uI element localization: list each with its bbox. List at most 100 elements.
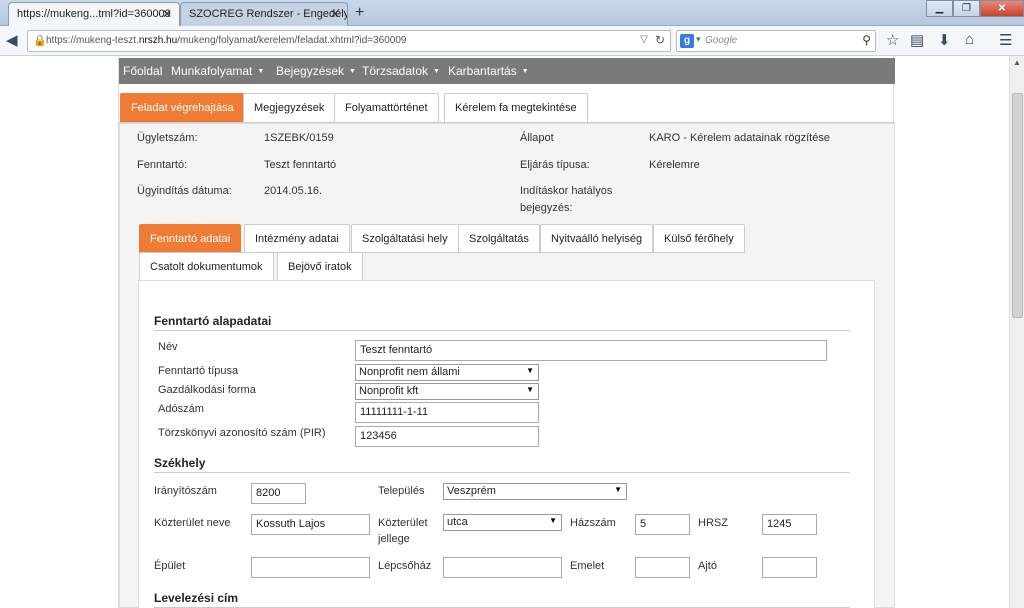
building-input[interactable] (251, 557, 370, 578)
tab-feladat-vegrehajtasa[interactable]: Feladat végrehajtása (120, 93, 245, 123)
postal-code-label: Irányítószám (154, 485, 217, 497)
house-number-input[interactable]: 5 (635, 514, 690, 535)
reload-icon[interactable]: ↻ (655, 33, 665, 47)
menu-item-munkafolyamat[interactable]: Munkafolyamat ▼ (171, 64, 264, 78)
scroll-up-icon[interactable]: ▲ (1013, 58, 1021, 67)
search-bar[interactable]: g ▾ Google ⚲ (676, 30, 876, 52)
caret-down-icon: ▼ (521, 68, 529, 75)
business-form-label: Gazdálkodási forma (158, 384, 256, 396)
city-label: Település (378, 485, 425, 497)
close-tab-icon[interactable]: ✕ (162, 7, 172, 21)
postal-code-input[interactable]: 8200 (251, 483, 306, 504)
menu-item-torzsadatok[interactable]: Törzsadatok ▼ (362, 64, 440, 78)
staircase-label: Lépcsőház (378, 560, 432, 572)
section-title-szekhely: Székhely (154, 456, 206, 470)
business-form-select[interactable]: Nonprofit kft ▼ (355, 383, 539, 400)
browser-tab-label: SZOCREG Rendszer - Engedély ... (189, 8, 348, 20)
browser-nav-bar: ◀ 🔒 https://mukeng-teszt.nrszh.hu/mukeng… (0, 26, 1024, 56)
search-icon[interactable]: ⚲ (862, 33, 871, 47)
city-select[interactable]: Veszprém ▼ (443, 483, 627, 500)
street-name-input[interactable]: Kossuth Lajos (251, 514, 370, 535)
scroll-thumb[interactable] (1012, 93, 1023, 318)
browser-tab-active[interactable]: https://mukeng...tml?id=360009 ✕ (8, 2, 180, 26)
door-input[interactable] (762, 557, 817, 578)
dropdown-arrow-icon: ▼ (614, 485, 622, 494)
status-value: KARO - Kérelem adatainak rögzítése (649, 132, 830, 144)
menu-item-bejegyzesek[interactable]: Bejegyzések ▼ (276, 64, 356, 78)
floor-label: Emelet (570, 560, 605, 572)
case-number-label: Ügyletszám: (137, 132, 198, 144)
subtab-fenntarto-adatai[interactable]: Fenntartó adatai (139, 224, 242, 253)
form-panel: Fenntartó alapadatai Név Teszt fenntartó… (138, 280, 875, 608)
menu-item-karbantartas[interactable]: Karbantartás ▼ (448, 64, 529, 78)
name-label: Név (158, 341, 178, 353)
street-name-label: Közterület neve (154, 517, 231, 529)
url-text: https://mukeng-teszt.nrszh.hu/mukeng/fol… (46, 35, 407, 46)
procedure-type-label: Eljárás típusa: (520, 159, 590, 171)
back-arrow-icon[interactable]: ◀ (6, 31, 18, 49)
subtab-kulso-ferohely[interactable]: Külső férőhely (653, 224, 745, 253)
restore-icon[interactable]: ❐ (953, 0, 980, 17)
caret-down-icon: ▼ (433, 68, 440, 75)
status-label: Állapot (520, 132, 554, 144)
tab-kerelem-fa[interactable]: Kérelem fa megtekintése (444, 93, 588, 123)
street-type-select[interactable]: utca ▼ (443, 514, 562, 531)
subtab-nyitvaallo-helyiseg[interactable]: Nyitvaálló helyiség (540, 224, 654, 253)
tab-folyamattortenet[interactable]: Folyamattörténet (334, 93, 439, 123)
floor-input[interactable] (635, 557, 690, 578)
home-icon[interactable]: ⌂ (965, 31, 974, 48)
section-title-levelezesi: Levelezési cím (154, 591, 239, 605)
tab-megjegyzesek[interactable]: Megjegyzések (243, 93, 336, 123)
maintainer-value: Teszt fenntartó (264, 159, 337, 171)
address-bar[interactable]: 🔒 https://mukeng-teszt.nrszh.hu/mukeng/f… (27, 30, 671, 52)
new-tab-icon[interactable]: + (355, 4, 364, 22)
window-controls: ▁ ❐ ✕ (926, 0, 1024, 18)
procedure-type-value: Kérelemre (649, 159, 700, 171)
case-number-value: 1SZEBK/0159 (264, 132, 334, 144)
browser-title-bar: https://mukeng...tml?id=360009 ✕ SZOCREG… (0, 0, 1024, 26)
page-scrollbar[interactable]: ▲ (1009, 56, 1024, 608)
effective-entry-label-2: bejegyzés: (520, 202, 573, 214)
search-placeholder: Google (705, 35, 738, 46)
download-icon[interactable]: ⬇ (938, 31, 951, 49)
hrsz-input[interactable]: 1245 (762, 514, 817, 535)
subtab-szolgaltatasi-hely[interactable]: Szolgáltatási hely (351, 224, 459, 253)
caret-down-icon: ▼ (349, 68, 356, 75)
dropdown-arrow-icon: ▼ (526, 366, 534, 375)
pir-input[interactable]: 123456 (355, 426, 539, 447)
section-divider (154, 330, 850, 331)
subtab-szolgaltatas[interactable]: Szolgáltatás (458, 224, 540, 253)
maintainer-label: Fenntartó: (137, 159, 188, 171)
maintainer-type-select[interactable]: Nonprofit nem állami ▼ (355, 364, 539, 381)
subtab-csatolt-dokumentumok[interactable]: Csatolt dokumentumok (139, 252, 274, 281)
browser-tab-label: https://mukeng...tml?id=360009 (17, 8, 171, 20)
window-close-icon[interactable]: ✕ (980, 0, 1024, 17)
name-input[interactable]: Teszt fenntartó (355, 340, 827, 361)
menu-item-fooldal[interactable]: Főoldal (123, 64, 162, 78)
bookmarks-list-icon[interactable]: ▤ (910, 31, 924, 49)
dropdown-arrow-icon: ▼ (526, 385, 534, 394)
hrsz-label: HRSZ (698, 517, 728, 529)
subtab-bejovo-iratok[interactable]: Bejövő iratok (277, 252, 363, 281)
minimize-icon[interactable]: ▁ (926, 0, 953, 17)
door-label: Ajtó (698, 560, 717, 572)
dropdown-arrow-icon: ▼ (549, 516, 557, 525)
section-title-alapadatok: Fenntartó alapadatai (154, 314, 272, 328)
browser-tab-inactive[interactable]: SZOCREG Rendszer - Engedély ... ✕ (180, 2, 348, 26)
caret-down-icon: ▼ (257, 68, 265, 75)
subtab-intezmeny-adatai[interactable]: Intézmény adatai (244, 224, 350, 253)
bookmark-star-icon[interactable]: ☆ (886, 31, 899, 49)
menu-hamburger-icon[interactable]: ☰ (999, 31, 1012, 49)
chevron-down-icon[interactable]: ▾ (696, 34, 701, 45)
close-tab-icon[interactable]: ✕ (330, 7, 340, 21)
staircase-input[interactable] (443, 557, 562, 578)
building-label: Épület (154, 560, 186, 572)
pir-label: Törzskönyvi azonosító szám (PIR) (158, 427, 326, 439)
start-date-value: 2014.05.16. (264, 185, 323, 197)
dropdown-arrow-icon[interactable]: ▽ (640, 34, 648, 45)
tax-number-input[interactable]: 11111111-1-11 (355, 402, 539, 423)
start-date-label: Ügyindítás dátuma: (137, 185, 232, 197)
house-number-label: Házszám (570, 517, 616, 529)
google-icon[interactable]: g (680, 34, 694, 48)
street-type-label: Közterület (378, 517, 428, 529)
